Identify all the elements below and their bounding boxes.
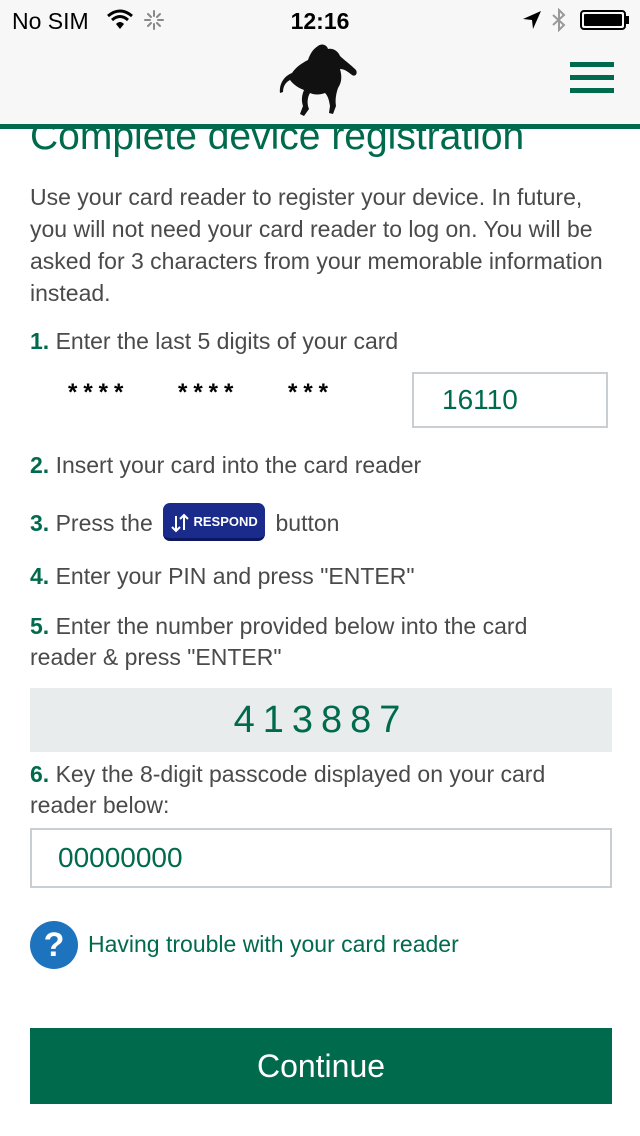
step-text: Enter the last 5 digits of your card [55, 328, 399, 354]
challenge-code: 413887 [30, 688, 612, 752]
step-text: button [275, 510, 340, 537]
card-last-digits-input[interactable] [412, 372, 608, 428]
location-arrow-icon [523, 11, 541, 29]
step-number: 3. [30, 510, 50, 537]
battery-icon [580, 10, 629, 30]
card-mask-group-3: *** [288, 379, 335, 406]
card-mask-group-2: **** [178, 379, 240, 406]
step-text: Key the 8-digit passcode displayed on yo… [30, 761, 546, 818]
menu-button[interactable] [570, 62, 614, 102]
continue-button[interactable]: Continue [30, 1028, 612, 1104]
app-header [0, 40, 640, 124]
intro-text: Use your card reader to register your de… [30, 184, 603, 306]
step-number: 2. [30, 452, 50, 478]
page-title: Complete device registration [30, 129, 525, 158]
step-text: Insert your card into the card reader [55, 452, 422, 478]
hamburger-menu-icon [570, 62, 614, 67]
clock: 12:16 [290, 8, 350, 34]
question-icon: ? [30, 921, 78, 969]
step-number: 5. [30, 613, 50, 639]
respond-label: RESPOND [193, 514, 258, 529]
step-3: 3. Press the RESPOND button [30, 503, 340, 544]
step-2: 2. Insert your card into the card reader [30, 450, 421, 481]
help-link-label: Having trouble with your card reader [88, 931, 459, 957]
step-4: 4. Enter your PIN and press "ENTER" [30, 561, 414, 592]
up-down-arrows-icon [171, 513, 190, 532]
step-number: 6. [30, 761, 50, 787]
passcode-input[interactable] [30, 828, 612, 888]
step-number: 1. [30, 328, 50, 354]
bluetooth-icon [552, 8, 566, 32]
step-6: 6. Key the 8-digit passcode displayed on… [30, 759, 590, 821]
horse-logo-icon [279, 44, 357, 116]
respond-button-illustration: RESPOND [163, 503, 266, 541]
registration-form: Complete device registration Use your ca… [0, 129, 640, 1136]
step-1: 1. Enter the last 5 digits of your card [30, 326, 398, 357]
card-mask-group-1: **** [68, 379, 130, 406]
step-5: 5. Enter the number provided below into … [30, 611, 590, 673]
step-text: Press the [55, 510, 153, 537]
step-number: 4. [30, 563, 50, 589]
step-text: Enter your PIN and press "ENTER" [55, 563, 415, 589]
step-text: Enter the number provided below into the… [30, 613, 528, 670]
status-bar: No SIM 12:16 [0, 0, 640, 40]
